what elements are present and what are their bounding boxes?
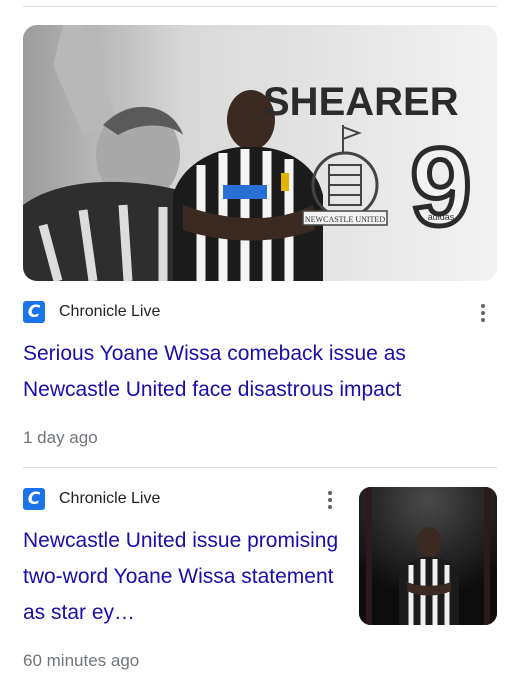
article-1-source[interactable]: C Chronicle Live	[23, 300, 160, 324]
top-divider	[23, 6, 497, 7]
svg-text:NEWCASTLE UNITED: NEWCASTLE UNITED	[305, 215, 385, 224]
article-1-headline[interactable]: Serious Yoane Wissa comeback issue as Ne…	[23, 336, 493, 408]
article-2-source[interactable]: C Chronicle Live	[23, 487, 160, 511]
chronicle-live-logo-icon: C	[23, 301, 45, 323]
article-2-timestamp: 60 minutes ago	[23, 651, 140, 670]
article-2-photo	[359, 487, 497, 625]
wall-text-shearer: SHEARER	[263, 80, 459, 124]
article-1-timestamp: 1 day ago	[23, 428, 98, 447]
article-2-source-name: Chronicle Live	[59, 490, 161, 507]
wall-number: 9	[410, 126, 471, 249]
chronicle-live-logo-icon: C	[23, 488, 45, 510]
more-options-icon[interactable]	[320, 488, 340, 512]
article-1-photo: SHEARER NEWCASTLE UNITED 9 adidas	[23, 25, 497, 281]
article-2-headline[interactable]: Newcastle United issue promising two-wor…	[23, 523, 343, 631]
article-1-image[interactable]: SHEARER NEWCASTLE UNITED 9 adidas	[23, 25, 497, 281]
more-options-icon[interactable]	[473, 301, 493, 325]
svg-text:adidas: adidas	[428, 212, 455, 222]
article-divider	[23, 467, 497, 468]
article-2-thumbnail[interactable]	[359, 487, 497, 625]
article-1-source-name: Chronicle Live	[59, 303, 161, 320]
